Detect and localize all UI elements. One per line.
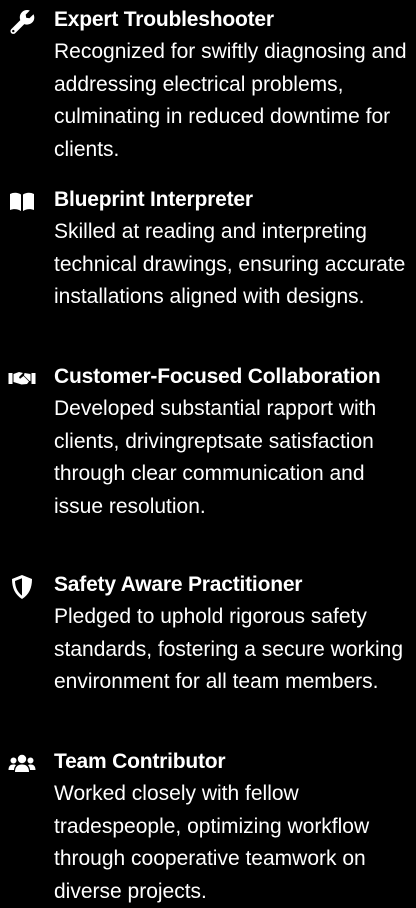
item-description: Worked closely with fellow tradespeople,… [54, 782, 370, 903]
item-description: Recognized for swiftly diagnosing and ad… [54, 40, 407, 161]
wrench-icon [8, 8, 36, 36]
strengths-list: Expert Troubleshooter Recognized for swi… [0, 0, 416, 903]
item-title: Safety Aware Practitioner [54, 573, 303, 596]
item-title: Team Contributor [54, 750, 226, 773]
item-description: Skilled at reading and interpreting tech… [54, 220, 406, 308]
item-title: Blueprint Interpreter [54, 188, 253, 211]
item-description: Developed substantial rapport with clien… [54, 397, 377, 518]
shield-icon [8, 573, 36, 601]
book-icon [8, 188, 36, 216]
item-title: Expert Troubleshooter [54, 8, 274, 31]
handshake-icon [8, 365, 36, 393]
item-description: Pledged to uphold rigorous safety standa… [54, 605, 404, 693]
users-icon [8, 750, 36, 778]
item-title: Customer-Focused Collaboration [54, 365, 381, 388]
